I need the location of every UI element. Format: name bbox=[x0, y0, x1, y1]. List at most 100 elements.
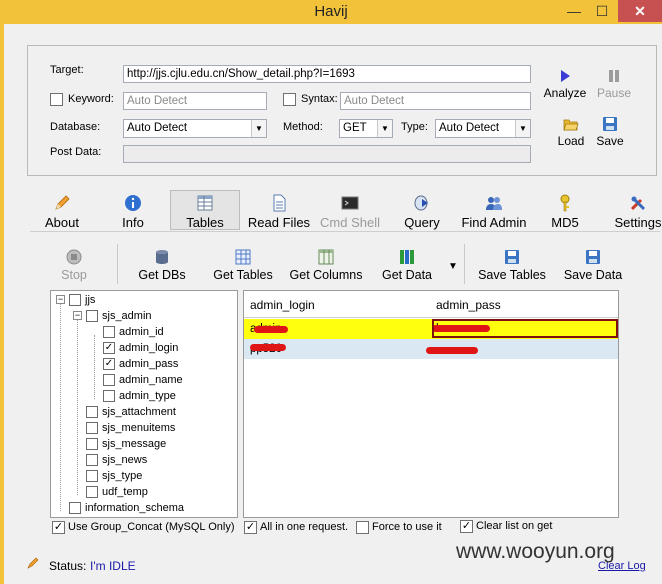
load-label: Load bbox=[557, 134, 585, 148]
terminal-icon bbox=[341, 196, 359, 210]
tree-label: sjs_message bbox=[102, 438, 167, 450]
get-tables-button[interactable]: Get Tables bbox=[208, 249, 278, 282]
get-dbs-button[interactable]: Get DBs bbox=[132, 249, 192, 282]
keyword-label: Keyword: bbox=[68, 93, 114, 105]
collapse-icon[interactable]: − bbox=[56, 295, 65, 304]
tree-label: sjs_menuitems bbox=[102, 422, 176, 434]
tree-checkbox[interactable] bbox=[103, 390, 115, 402]
tree-node-table[interactable]: udf_temp bbox=[51, 485, 237, 501]
tree-checkbox[interactable] bbox=[103, 374, 115, 386]
folder-open-icon bbox=[563, 119, 579, 131]
method-select[interactable]: GET ▼ bbox=[339, 119, 393, 138]
target-panel: Target: http://jjs.cjlu.edu.cn/Show_deta… bbox=[27, 45, 657, 176]
target-url-input[interactable]: http://jjs.cjlu.edu.cn/Show_detail.php?I… bbox=[123, 65, 531, 83]
tree-label: sjs_admin bbox=[102, 310, 152, 322]
tree-node-table[interactable]: − sjs_admin bbox=[51, 309, 237, 325]
tree-checkbox[interactable] bbox=[86, 486, 98, 498]
collapse-icon[interactable]: − bbox=[73, 311, 82, 320]
save-data-button[interactable]: Save Data bbox=[560, 249, 626, 282]
tree-node-table[interactable]: sjs_news bbox=[51, 453, 237, 469]
toolbar-separator bbox=[117, 244, 118, 284]
syntax-checkbox[interactable] bbox=[283, 93, 296, 106]
load-button[interactable]: Load bbox=[551, 116, 591, 148]
keyword-input[interactable]: Auto Detect bbox=[123, 92, 267, 110]
tree-label: jjs bbox=[85, 294, 96, 306]
tab-about[interactable]: About bbox=[38, 194, 86, 234]
tab-settings-label: Settings bbox=[614, 215, 662, 230]
minimize-button[interactable]: — bbox=[560, 0, 588, 22]
clear-list-checkbox[interactable]: ✓ bbox=[460, 520, 473, 533]
tab-query[interactable]: Query bbox=[399, 194, 445, 234]
divider bbox=[30, 231, 660, 232]
tab-info[interactable]: Info bbox=[112, 194, 154, 234]
tools-icon bbox=[630, 196, 646, 211]
save-button[interactable]: Save bbox=[590, 116, 630, 148]
tree-node-column[interactable]: ✓ admin_pass bbox=[51, 357, 237, 373]
get-data-dropdown-icon[interactable]: ▼ bbox=[448, 261, 458, 272]
tab-info-label: Info bbox=[122, 215, 144, 230]
database-tree[interactable]: − jjs − sjs_admin admin_id ✓ admin_login… bbox=[50, 290, 238, 518]
all-in-one-checkbox[interactable]: ✓ bbox=[244, 521, 257, 534]
column-header[interactable]: admin_pass bbox=[436, 298, 501, 312]
tree-node-table[interactable]: sjs_attachment bbox=[51, 405, 237, 421]
database-icon bbox=[156, 250, 168, 264]
maximize-button[interactable]: ☐ bbox=[588, 0, 616, 22]
database-select[interactable]: Auto Detect ▼ bbox=[123, 119, 267, 138]
tree-node-table[interactable]: sjs_menuitems bbox=[51, 421, 237, 437]
tree-node-column[interactable]: admin_name bbox=[51, 373, 237, 389]
tree-checkbox[interactable] bbox=[69, 294, 81, 306]
tree-checkbox-checked[interactable]: ✓ bbox=[103, 358, 115, 370]
tab-find-admin[interactable]: Find Admin bbox=[456, 194, 532, 234]
data-grid[interactable]: admin_login admin_pass admin b pp520 bbox=[243, 290, 619, 518]
tree-checkbox[interactable] bbox=[86, 422, 98, 434]
keyword-checkbox[interactable] bbox=[50, 93, 63, 106]
tree-node-table[interactable]: sjs_message bbox=[51, 437, 237, 453]
save-tables-button[interactable]: Save Tables bbox=[474, 249, 550, 282]
tree-checkbox[interactable] bbox=[86, 438, 98, 450]
get-columns-button[interactable]: Get Columns bbox=[286, 249, 366, 282]
force-checkbox[interactable] bbox=[356, 521, 369, 534]
tree-checkbox[interactable] bbox=[103, 326, 115, 338]
get-data-button[interactable]: Get Data bbox=[376, 249, 438, 282]
tab-tables[interactable]: Tables bbox=[176, 194, 234, 234]
tree-label: sjs_attachment bbox=[102, 406, 176, 418]
tab-cmd-shell[interactable]: Cmd Shell bbox=[317, 194, 383, 234]
tree-node-column[interactable]: admin_type bbox=[51, 389, 237, 405]
floppy-icon bbox=[586, 250, 600, 264]
all-in-one-label: All in one request. bbox=[260, 521, 349, 533]
tree-checkbox[interactable] bbox=[86, 406, 98, 418]
close-button[interactable]: ✕ bbox=[618, 0, 662, 22]
tab-read-files[interactable]: Read Files bbox=[244, 194, 314, 234]
chevron-down-icon: ▼ bbox=[377, 120, 392, 137]
header-divider bbox=[244, 317, 618, 318]
tree-checkbox[interactable] bbox=[69, 502, 81, 514]
tree-checkbox[interactable] bbox=[86, 310, 98, 322]
tab-md5[interactable]: MD5 bbox=[544, 194, 586, 234]
tree-checkbox[interactable] bbox=[86, 454, 98, 466]
analyze-button[interactable]: Analyze bbox=[538, 68, 592, 100]
postdata-input[interactable] bbox=[123, 145, 531, 163]
tree-node-column[interactable]: ✓ admin_login bbox=[51, 341, 237, 357]
tree-node-column[interactable]: admin_id bbox=[51, 325, 237, 341]
database-value: Auto Detect bbox=[127, 122, 188, 134]
stop-icon bbox=[66, 249, 82, 265]
watermark: www.wooyun.org bbox=[456, 540, 615, 563]
tree-node-root[interactable]: information_schema bbox=[51, 501, 237, 517]
play-icon bbox=[561, 70, 570, 82]
tree-node-root[interactable]: − jjs bbox=[51, 293, 237, 309]
tree-node-table[interactable]: sjs_type bbox=[51, 469, 237, 485]
table-row[interactable]: pp520 bbox=[244, 339, 618, 359]
type-select[interactable]: Auto Detect ▼ bbox=[435, 119, 531, 138]
tab-tables-label: Tables bbox=[186, 215, 224, 230]
group-concat-checkbox[interactable]: ✓ bbox=[52, 521, 65, 534]
pencil-icon bbox=[27, 557, 39, 569]
tree-checkbox-checked[interactable]: ✓ bbox=[103, 342, 115, 354]
tab-settings[interactable]: Settings bbox=[610, 194, 662, 234]
get-columns-label: Get Columns bbox=[289, 268, 363, 282]
tree-checkbox[interactable] bbox=[86, 470, 98, 482]
pause-icon bbox=[609, 70, 619, 82]
stop-button[interactable]: Stop bbox=[52, 249, 96, 282]
syntax-input[interactable]: Auto Detect bbox=[340, 92, 531, 110]
pause-button[interactable]: Pause bbox=[592, 68, 636, 100]
column-header[interactable]: admin_login bbox=[250, 298, 315, 312]
